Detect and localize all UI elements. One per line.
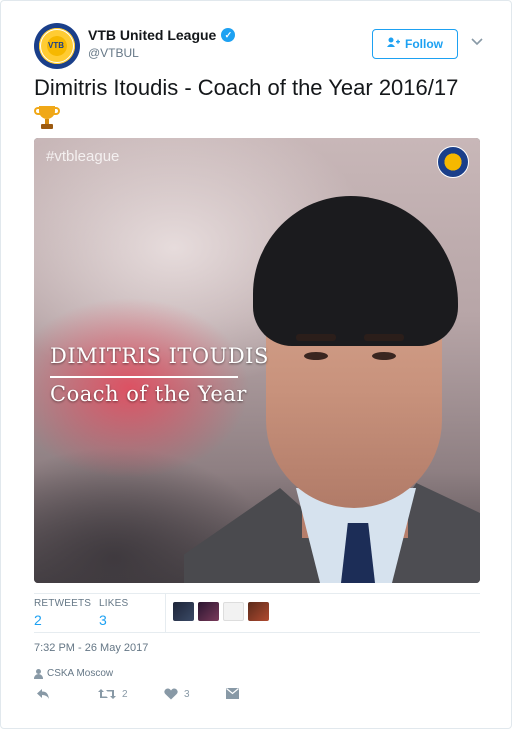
follow-button[interactable]: Follow — [372, 29, 458, 59]
photo-brow-left — [296, 334, 336, 341]
account-avatar[interactable]: VTB — [34, 23, 80, 69]
like-count: 3 — [184, 688, 190, 700]
retweeter-avatar[interactable] — [223, 602, 244, 621]
photo-brow-right — [364, 334, 404, 341]
media-hashtag: #vtbleague — [46, 148, 120, 165]
retweet-icon — [98, 688, 116, 700]
follow-button-label: Follow — [405, 37, 443, 51]
tweet-location[interactable]: CSKA Moscow — [34, 668, 113, 679]
tweet-stats: RETWEETS 2 LIKES 3 — [34, 593, 480, 633]
retweeter-avatar[interactable] — [198, 602, 219, 621]
heart-icon — [164, 688, 178, 700]
location-label: CSKA Moscow — [47, 668, 114, 679]
avatar-mark: VTB — [48, 41, 64, 50]
reply-button[interactable] — [36, 688, 50, 700]
vtb-league-logo — [437, 146, 469, 178]
person-icon — [34, 668, 43, 679]
direct-message-button[interactable] — [226, 688, 239, 699]
like-button[interactable]: 3 — [164, 688, 190, 700]
overlay-coach-name: DIMITRIS ITOUDIS — [50, 344, 269, 368]
add-user-icon — [387, 37, 400, 51]
tweet-text: Dimitris Itoudis - Coach of the Year 201… — [34, 74, 484, 132]
tweet-media-image[interactable]: #vtbleague DIMITRIS ITOUDIS Coach of the… — [34, 138, 480, 583]
likes-stat[interactable]: LIKES 3 — [99, 598, 128, 628]
retweets-stat[interactable]: RETWEETS 2 — [34, 598, 91, 628]
likes-label: LIKES — [99, 598, 129, 609]
envelope-icon — [226, 688, 239, 699]
overlay-award-title: Coach of the Year — [50, 382, 247, 406]
tweet-text-content: Dimitris Itoudis - Coach of the Year 201… — [34, 75, 459, 100]
tweet-card: VTB VTB United League ✓ @VTBUL Follow Di… — [0, 0, 512, 729]
overlay-divider — [50, 376, 238, 378]
verified-badge-icon: ✓ — [221, 28, 236, 42]
stats-divider — [165, 594, 166, 632]
more-options-chevron-down-icon[interactable] — [469, 34, 485, 50]
display-name[interactable]: VTB United League — [88, 27, 216, 43]
tweet-timestamp[interactable]: 7:32 PM - 26 May 2017 — [34, 642, 148, 654]
trophy-icon — [34, 104, 60, 132]
name-row: VTB United League ✓ — [88, 27, 236, 43]
photo-eye-right — [372, 352, 396, 360]
retweets-label: RETWEETS — [34, 598, 92, 609]
retweeter-avatar[interactable] — [173, 602, 194, 621]
retweet-button[interactable]: 2 — [98, 688, 128, 700]
account-handle[interactable]: @VTBUL — [88, 46, 139, 60]
photo-eye-left — [304, 352, 328, 360]
retweets-count: 2 — [34, 612, 42, 628]
tweet-actions: 2 3 — [34, 688, 480, 706]
retweeter-avatars — [173, 602, 269, 621]
retweeter-avatar[interactable] — [248, 602, 269, 621]
likes-count: 3 — [99, 612, 107, 628]
retweet-count: 2 — [122, 688, 128, 700]
reply-icon — [36, 688, 50, 700]
